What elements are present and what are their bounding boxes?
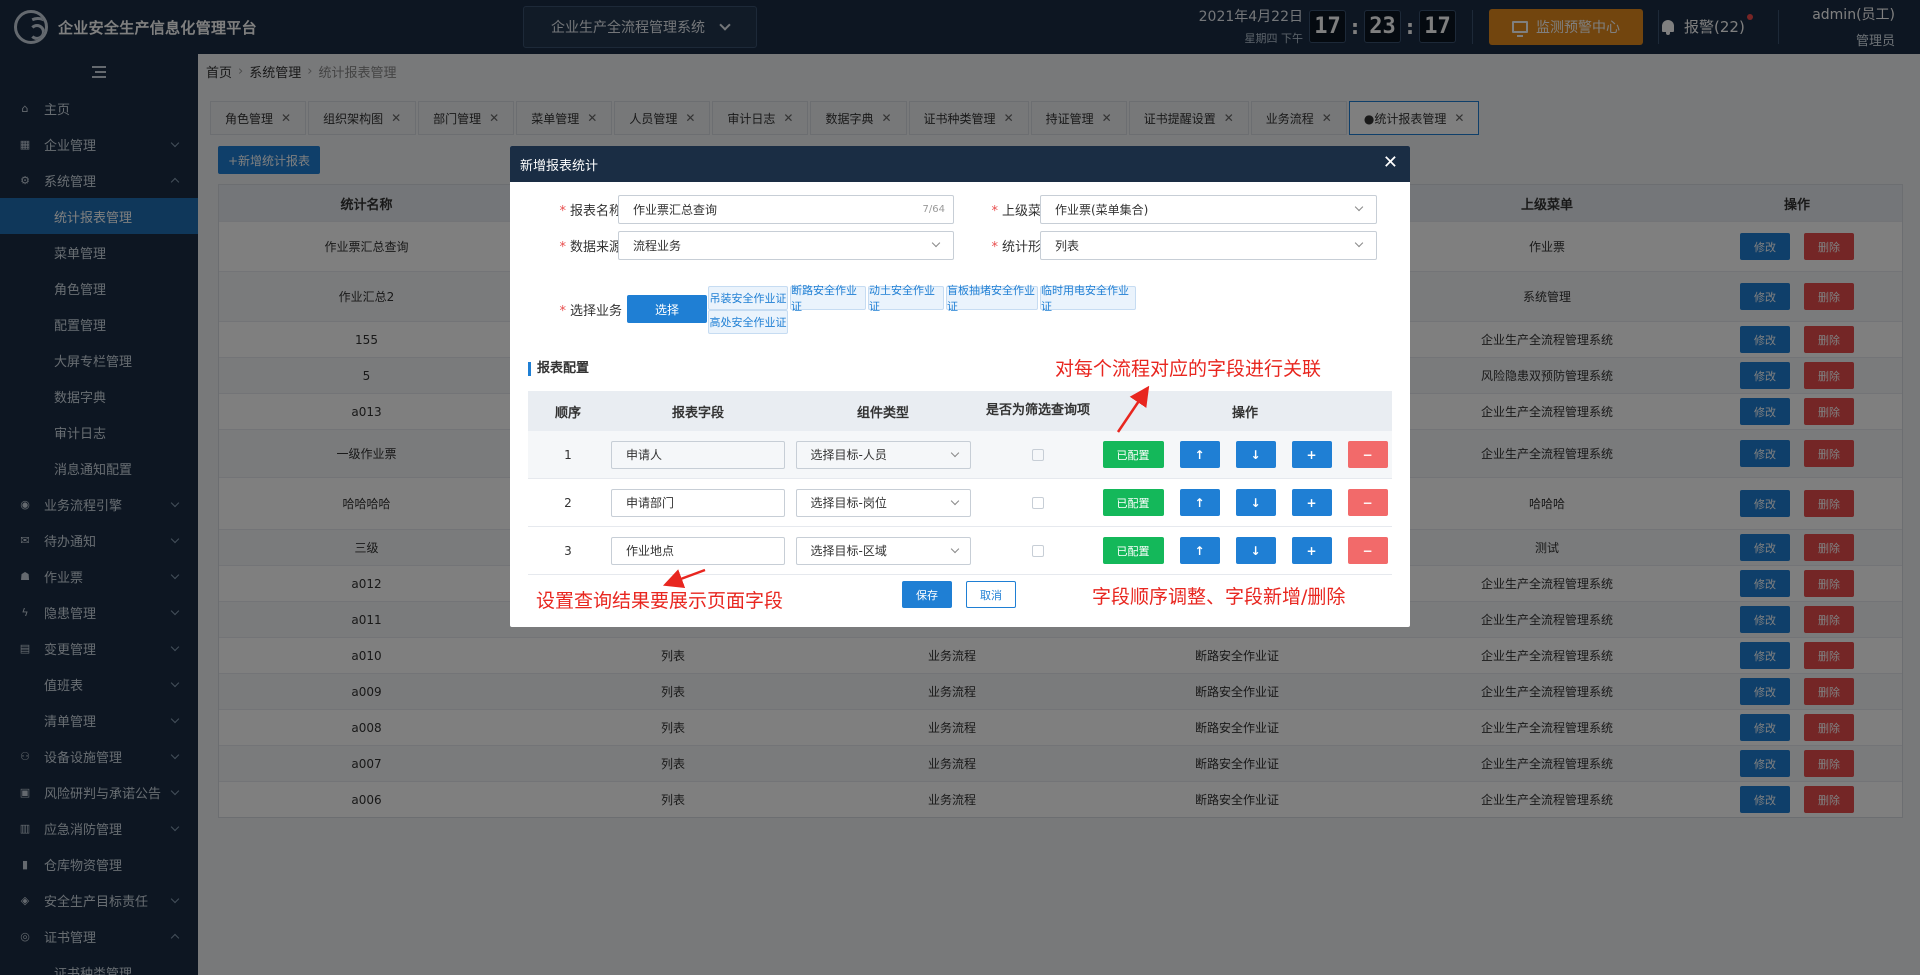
config-component-value: 选择目标-区域 — [810, 544, 887, 558]
cancel-button[interactable]: 取消 — [966, 581, 1016, 608]
config-field-input[interactable]: 申请人 — [611, 440, 785, 469]
business-chip[interactable]: 断路安全作业证 — [790, 284, 866, 313]
config-actions: 已配置 ↑ ↓ + − — [1098, 489, 1392, 516]
config-order: 1 — [564, 447, 572, 462]
col-field: 报表字段 — [671, 405, 724, 421]
config-title: 报表配置 — [528, 362, 589, 376]
config-component-value: 选择目标-岗位 — [810, 496, 887, 510]
move-up-button[interactable]: ↑ — [1179, 441, 1220, 468]
col-component: 组件类型 — [856, 405, 909, 421]
config-table-body: 1 申请人 选择目标-人员 已配置 ↑ ↓ + −2 申请部门 选择目标-岗位 已配置 ↑ ↓ + −3 作业… — [528, 431, 1392, 575]
config-field-value: 申请部门 — [626, 496, 675, 510]
add-field-button[interactable]: + — [1291, 441, 1332, 468]
move-down-button[interactable]: ↓ — [1235, 489, 1276, 516]
move-up-button[interactable]: ↑ — [1179, 489, 1220, 516]
business-chip[interactable]: 吊装安全作业证 — [708, 286, 788, 310]
col-filter-line2: 查询项 — [1051, 403, 1091, 418]
configured-button[interactable]: 已配置 — [1102, 489, 1164, 516]
report-name-count: 7/64 — [922, 204, 945, 215]
config-actions: 已配置 ↑ ↓ + − — [1098, 537, 1392, 564]
col-filter-line1: 是否为筛选 — [985, 403, 1051, 418]
config-field-cell: 作业地点 — [608, 536, 788, 565]
config-component-select[interactable]: 选择目标-岗位 — [795, 488, 971, 517]
config-component-cell: 选择目标-岗位 — [788, 488, 978, 517]
annotation-relate-fields: 对每个流程对应的字段进行关联 — [1055, 358, 1322, 380]
config-filter-cell — [978, 448, 1098, 461]
config-component-cell: 选择目标-人员 — [788, 440, 978, 469]
data-source-select[interactable]: 流程业务 — [618, 231, 954, 260]
col-filter: 是否为筛选 查询项 — [978, 403, 1098, 419]
parent-menu-select[interactable]: 作业票(菜单集合) — [1040, 195, 1377, 224]
close-icon[interactable]: ✕ — [1383, 152, 1398, 173]
dialog-title: 新增报表统计 — [520, 158, 599, 174]
business-label: * 选择业务 — [559, 304, 622, 319]
chevron-down-icon — [1354, 238, 1364, 248]
col-order: 顺序 — [554, 405, 581, 421]
configured-button[interactable]: 已配置 — [1102, 537, 1164, 564]
chevron-down-icon — [950, 544, 959, 553]
chevron-down-icon — [1354, 202, 1364, 212]
move-down-button[interactable]: ↓ — [1235, 441, 1276, 468]
report-name-label: * 报表名称 — [559, 204, 622, 219]
stat-form-select[interactable]: 列表 — [1040, 231, 1377, 260]
config-component-select[interactable]: 选择目标-区域 — [795, 536, 971, 565]
config-order: 3 — [564, 543, 572, 558]
remove-field-button[interactable]: − — [1347, 441, 1388, 468]
parent-menu-value: 作业票(菜单集合) — [1055, 203, 1149, 217]
config-filter-cell — [978, 496, 1098, 509]
data-source-value: 流程业务 — [633, 239, 682, 253]
remove-field-button[interactable]: − — [1347, 537, 1388, 564]
remove-field-button[interactable]: − — [1347, 489, 1388, 516]
config-table-header: 顺序 报表字段 组件类型 是否为筛选 查询项 操作 — [528, 391, 1392, 431]
filter-checkbox[interactable] — [1032, 448, 1044, 461]
business-chip[interactable]: 高处安全作业证 — [708, 310, 788, 334]
config-actions: 已配置 ↑ ↓ + − — [1098, 441, 1392, 468]
move-down-button[interactable]: ↓ — [1235, 537, 1276, 564]
config-component-cell: 选择目标-区域 — [788, 536, 978, 565]
filter-checkbox[interactable] — [1032, 496, 1044, 509]
business-chip[interactable]: 临时用电安全作业证 — [1040, 284, 1136, 313]
configured-button[interactable]: 已配置 — [1102, 441, 1164, 468]
business-chip[interactable]: 盲板抽堵安全作业证 — [946, 284, 1038, 313]
filter-checkbox[interactable] — [1032, 544, 1044, 557]
config-field-cell: 申请部门 — [608, 488, 788, 517]
config-component-value: 选择目标-人员 — [810, 448, 887, 462]
config-filter-cell — [978, 544, 1098, 557]
config-row: 1 申请人 选择目标-人员 已配置 ↑ ↓ + − — [528, 431, 1392, 479]
config-component-select[interactable]: 选择目标-人员 — [795, 440, 971, 469]
business-chip[interactable]: 动土安全作业证 — [868, 284, 944, 313]
select-business-button[interactable]: 选择 — [627, 295, 707, 323]
move-up-button[interactable]: ↑ — [1179, 537, 1220, 564]
data-source-label: * 数据来源 — [559, 240, 622, 255]
config-row: 2 申请部门 选择目标-岗位 已配置 ↑ ↓ + − — [528, 479, 1392, 527]
config-row: 3 作业地点 选择目标-区域 已配置 ↑ ↓ + − — [528, 527, 1392, 575]
annotation-display-fields: 设置查询结果要展示页面字段 — [536, 590, 784, 612]
add-field-button[interactable]: + — [1291, 489, 1332, 516]
col-actions: 操作 — [1231, 405, 1258, 421]
config-field-value: 申请人 — [626, 448, 663, 462]
add-field-button[interactable]: + — [1291, 537, 1332, 564]
stat-form-value: 列表 — [1055, 239, 1080, 253]
chevron-down-icon — [950, 496, 959, 505]
config-field-value: 作业地点 — [626, 544, 675, 558]
annotation-order-fields: 字段顺序调整、字段新增/删除 — [1092, 586, 1346, 608]
chevron-down-icon — [950, 448, 959, 457]
report-name-input[interactable]: 作业票汇总查询 7/64 — [618, 195, 954, 224]
dialog-header: 新增报表统计 ✕ — [510, 146, 1410, 182]
config-field-input[interactable]: 申请部门 — [611, 488, 785, 517]
config-field-cell: 申请人 — [608, 440, 788, 469]
add-report-dialog: 新增报表统计 ✕ * 报表名称 作业票汇总查询 7/64 * 上级菜单 作业票(菜单… — [510, 146, 1410, 627]
save-button[interactable]: 保存 — [902, 581, 952, 608]
config-table: 顺序 报表字段 组件类型 是否为筛选 查询项 操作 1 申请人 选择目标-人员 已配置 ↑… — [528, 391, 1392, 575]
config-field-input[interactable]: 作业地点 — [611, 536, 785, 565]
config-order: 2 — [564, 495, 572, 510]
chevron-down-icon — [931, 238, 941, 248]
report-name-value: 作业票汇总查询 — [633, 203, 718, 217]
